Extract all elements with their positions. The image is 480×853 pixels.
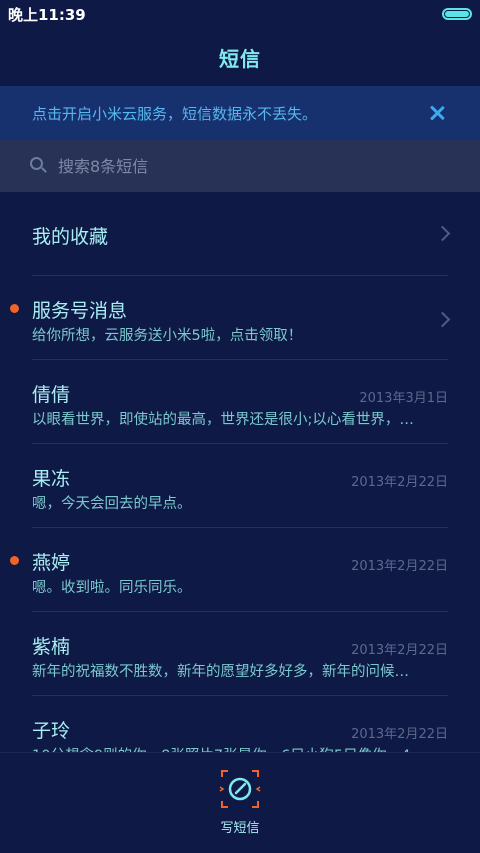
compose-icon[interactable]: [218, 767, 262, 811]
contact-name: 子玲: [32, 720, 71, 742]
conversation-row[interactable]: 倩倩 2013年3月1日 以眼看世界，即使站的最高，世界还是很小;以心看世界，…: [0, 360, 480, 444]
cloud-service-banner[interactable]: 点击开启小米云服务，短信数据永不丢失。: [0, 86, 480, 140]
contact-name: 倩倩: [32, 384, 71, 406]
favorites-label: 我的收藏: [32, 226, 109, 248]
page-title: 短信: [219, 46, 261, 71]
conversation-row[interactable]: 燕婷 2013年2月22日 嗯。收到啦。同乐同乐。: [0, 528, 480, 612]
app-header: 短信: [0, 28, 480, 86]
status-time: 晚上11:39: [8, 5, 86, 24]
message-date: 2013年3月1日: [359, 391, 448, 406]
message-date: 2013年2月22日: [351, 475, 448, 490]
search-input[interactable]: [58, 156, 450, 176]
compose-button[interactable]: 写短信: [200, 767, 280, 847]
close-icon[interactable]: [426, 102, 448, 124]
service-preview: 给你所想，云服务送小米5啦，点击领取！: [32, 328, 303, 344]
unread-dot: [10, 304, 19, 313]
message-preview: 以眼看世界，即使站的最高，世界还是很小;以心看世界，…: [32, 412, 414, 428]
message-date: 2013年2月22日: [351, 643, 448, 658]
chevron-right-icon: [434, 225, 451, 242]
banner-text[interactable]: 点击开启小米云服务，短信数据永不丢失。: [32, 103, 426, 124]
message-preview: 10分想念9则的你，8张照片7张是你，6只小狗5只像你，4: [32, 744, 448, 752]
bottom-bar: 写短信: [0, 752, 480, 853]
sms-screen: 晚上11:39 短信 点击开启小米云服务，短信数据永不丢失。 我的收藏 服务号消…: [0, 0, 480, 853]
message-preview: 新年的祝福数不胜数，新年的愿望好多好多，新年的问候…: [32, 664, 409, 680]
contact-name: 果冻: [32, 468, 71, 490]
conversation-row[interactable]: 子玲 2013年2月22日 10分想念9则的你，8张照片7张是你，6只小狗5只像…: [0, 696, 480, 752]
message-date: 2013年2月22日: [351, 559, 448, 574]
unread-dot: [10, 556, 19, 565]
compose-label: 写短信: [220, 821, 260, 836]
message-date: 2013年2月22日: [351, 727, 448, 742]
service-name: 服务号消息: [32, 300, 128, 322]
conversation-row[interactable]: 果冻 2013年2月22日 嗯，今天会回去的早点。: [0, 444, 480, 528]
service-messages-row[interactable]: 服务号消息 给你所想，云服务送小米5啦，点击领取！: [0, 276, 480, 360]
search-icon: [30, 157, 48, 175]
battery-icon: [442, 8, 472, 20]
conversation-row[interactable]: 紫楠 2013年2月22日 新年的祝福数不胜数，新年的愿望好多好多，新年的问候…: [0, 612, 480, 696]
contact-name: 燕婷: [32, 552, 71, 574]
search-bar[interactable]: [0, 140, 480, 192]
status-bar: 晚上11:39: [0, 0, 480, 28]
message-preview: 嗯。收到啦。同乐同乐。: [32, 580, 192, 596]
contact-name: 紫楠: [32, 636, 71, 658]
conversation-list: 我的收藏 服务号消息 给你所想，云服务送小米5啦，点击领取！ 倩倩 2013年3…: [0, 192, 480, 752]
favorites-row[interactable]: 我的收藏: [0, 192, 480, 276]
message-preview: 嗯，今天会回去的早点。: [32, 496, 192, 512]
